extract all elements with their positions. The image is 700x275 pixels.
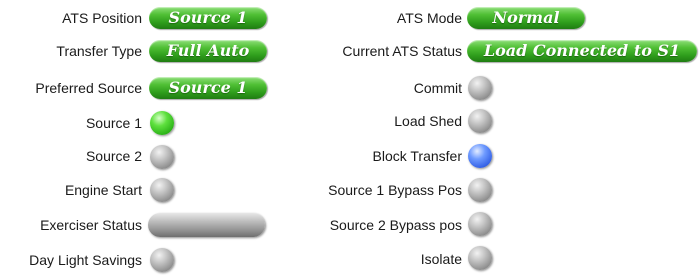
block-transfer-indicator-icon (468, 144, 492, 168)
engine-start-indicator-icon (150, 178, 174, 202)
isolate-indicator-icon (468, 246, 492, 270)
preferred-source-value: Source 1 (149, 77, 267, 99)
ats-mode-label: ATS Mode (396, 10, 462, 26)
source-2-indicator-icon (150, 145, 174, 169)
commit-indicator-icon (468, 76, 492, 100)
block-transfer-label: Block Transfer (372, 148, 462, 164)
day-light-savings-indicator-icon (150, 248, 174, 272)
transfer-type-value: Full Auto (149, 40, 267, 62)
preferred-source-label: Preferred Source (35, 80, 142, 96)
ats-position-value: Source 1 (149, 7, 267, 29)
ats-position-label: ATS Position (62, 10, 142, 26)
source-1-bypass-pos-indicator-icon (468, 178, 492, 202)
current-ats-status-label: Current ATS Status (342, 43, 462, 59)
source-1-indicator-icon (150, 111, 174, 135)
day-light-savings-label: Day Light Savings (29, 252, 142, 268)
load-shed-label: Load Shed (394, 113, 462, 129)
load-shed-indicator-icon (468, 109, 492, 133)
transfer-type-label: Transfer Type (56, 43, 142, 59)
commit-label: Commit (413, 80, 462, 96)
exerciser-status-bar (148, 213, 265, 237)
current-ats-status-value: Load Connected to S1 (467, 40, 697, 62)
source-1-label: Source 1 (85, 115, 142, 131)
isolate-label: Isolate (420, 251, 462, 267)
engine-start-label: Engine Start (64, 182, 142, 198)
source-2-label: Source 2 (85, 148, 142, 164)
source-2-bypass-pos-indicator-icon (468, 212, 492, 236)
exerciser-status-label: Exerciser Status (40, 217, 142, 233)
source-1-bypass-pos-label: Source 1 Bypass Pos (328, 182, 462, 198)
ats-mode-value: Normal (467, 7, 585, 29)
source-2-bypass-pos-label: Source 2 Bypass pos (329, 217, 462, 233)
